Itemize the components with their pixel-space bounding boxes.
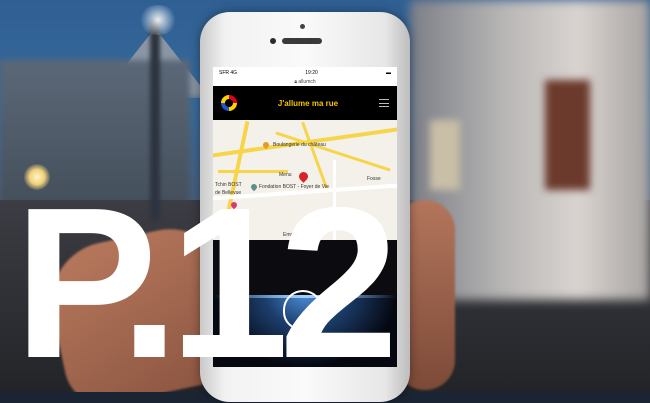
sensor: [300, 24, 305, 29]
carrier-label: SFR 4G: [219, 70, 238, 76]
door-red: [545, 80, 590, 190]
lock-icon: 🔒︎: [294, 79, 298, 85]
front-camera: [270, 38, 276, 44]
menu-icon[interactable]: [379, 99, 389, 107]
page-number-overlay: P.12: [14, 162, 399, 403]
status-bar: SFR 4G 19:20 ▬: [213, 67, 397, 79]
battery-icon: ▬: [385, 70, 391, 76]
app-title: J'allume ma rue: [277, 98, 339, 108]
map-label-bakery: Boulangerie du château: [273, 142, 326, 148]
url-bar[interactable]: 🔒︎ allumch: [213, 79, 397, 86]
window: [430, 120, 460, 190]
lamp-glow: [138, 5, 178, 35]
app-logo-icon[interactable]: [221, 95, 237, 111]
clock-label: 19:20: [305, 70, 318, 76]
earpiece: [282, 38, 322, 44]
app-header: J'allume ma rue: [213, 86, 397, 120]
url-text: allumch: [298, 79, 316, 85]
